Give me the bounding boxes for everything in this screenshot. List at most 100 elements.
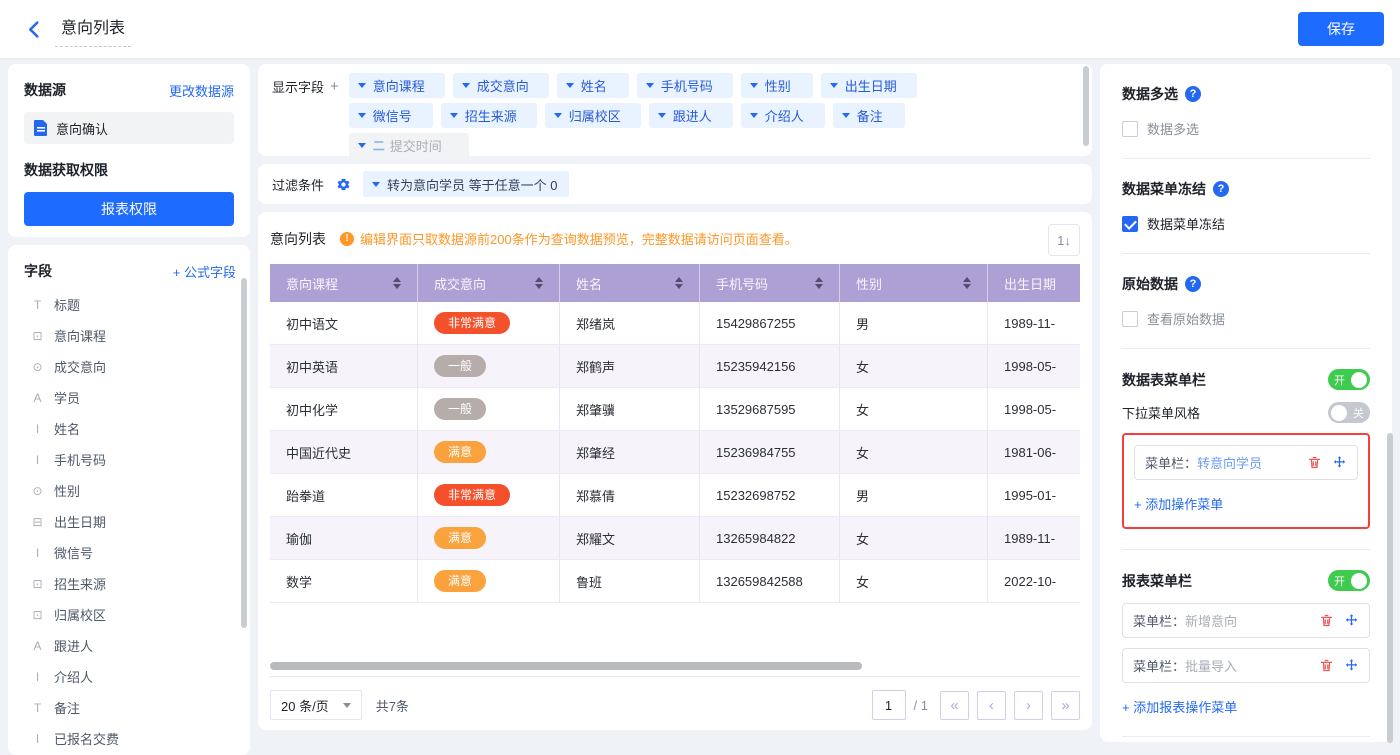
- fields-scrollbar[interactable]: [241, 278, 247, 628]
- display-field-chip[interactable]: 意向课程: [349, 73, 445, 98]
- display-field-chip-disabled[interactable]: 二 提交时间: [349, 133, 469, 158]
- checkbox-checked-icon[interactable]: [1122, 216, 1138, 232]
- horizontal-scrollbar[interactable]: [270, 662, 862, 670]
- display-field-chip[interactable]: 归属校区: [545, 103, 641, 128]
- sort-icon[interactable]: [393, 277, 401, 289]
- add-formula-field-link[interactable]: + 公式字段: [173, 262, 236, 281]
- column-header-name[interactable]: 姓名: [560, 264, 700, 302]
- chevron-down-icon: [358, 83, 366, 88]
- sort-icon[interactable]: [815, 277, 823, 289]
- select-field-icon: ⊡: [30, 577, 45, 591]
- add-report-action-menu-link[interactable]: + 添加报表操作菜单: [1122, 697, 1237, 716]
- page-size-select[interactable]: 20 条/页: [270, 690, 362, 720]
- table-row: 初中英语 一般 郑鹤声 15235942156 女 1998-05-: [270, 345, 1080, 388]
- help-icon[interactable]: ?: [1213, 181, 1229, 197]
- display-field-chip[interactable]: 备注: [833, 103, 905, 128]
- data-table: 意向课程 成交意向 姓名 手机号码 性别 出生日期 初中语文 非常满意 郑绪岚 …: [270, 264, 1080, 603]
- column-header-birthdate[interactable]: 出生日期: [988, 264, 1080, 302]
- datasource-panel: 数据源 更改数据源 意向确认 数据获取权限 报表权限: [8, 64, 250, 237]
- settings-scrollbar[interactable]: [1387, 433, 1393, 743]
- report-menu-toggle[interactable]: 开: [1328, 570, 1370, 591]
- last-page-button[interactable]: »: [1051, 691, 1080, 720]
- back-icon[interactable]: [28, 21, 39, 38]
- column-header-phone[interactable]: 手机号码: [700, 264, 840, 302]
- field-item-name[interactable]: I姓名: [24, 413, 236, 444]
- sort-icon[interactable]: [535, 277, 543, 289]
- field-item-student[interactable]: A学员: [24, 382, 236, 413]
- field-label: 备注: [54, 698, 80, 717]
- add-action-menu-link[interactable]: + 添加操作菜单: [1134, 494, 1223, 513]
- page-number-input[interactable]: 1: [872, 690, 906, 720]
- table-menu-toggle[interactable]: 开: [1328, 369, 1370, 390]
- checkbox-unchecked-icon[interactable]: [1122, 311, 1138, 327]
- field-item-follower[interactable]: A跟进人: [24, 630, 236, 661]
- center-scrollbar[interactable]: [1083, 66, 1089, 146]
- permission-title: 数据获取权限: [24, 160, 234, 180]
- move-icon[interactable]: [1332, 455, 1347, 470]
- column-header-intent[interactable]: 成交意向: [418, 264, 560, 302]
- text-field-icon: I: [30, 422, 45, 436]
- multi-select-checkbox[interactable]: 数据多选: [1122, 119, 1370, 138]
- field-item-intent-course[interactable]: ⊡意向课程: [24, 320, 236, 351]
- move-icon[interactable]: [1344, 658, 1359, 673]
- field-item-title[interactable]: T标题: [24, 289, 236, 320]
- warning-icon: !: [340, 232, 354, 246]
- save-button[interactable]: 保存: [1298, 12, 1384, 46]
- chevron-down-icon: [462, 83, 470, 88]
- chevron-down-icon: [343, 703, 351, 708]
- delete-icon[interactable]: [1319, 613, 1334, 628]
- display-field-chip[interactable]: 姓名: [557, 73, 629, 98]
- field-item-wechat[interactable]: I微信号: [24, 537, 236, 568]
- next-page-button[interactable]: ›: [1014, 691, 1043, 720]
- gear-icon[interactable]: [336, 177, 351, 192]
- first-page-button[interactable]: «: [940, 691, 969, 720]
- report-permission-button[interactable]: 报表权限: [24, 192, 234, 226]
- datasource-selected[interactable]: 意向确认: [24, 112, 234, 144]
- sort-icon[interactable]: [675, 277, 683, 289]
- field-item-remark[interactable]: T备注: [24, 692, 236, 723]
- table-row: 中国近代史 满意 郑肇经 15236984755 女 1981-06-: [270, 431, 1080, 474]
- checkbox-unchecked-icon[interactable]: [1122, 121, 1138, 137]
- prev-page-button[interactable]: ‹: [977, 691, 1006, 720]
- display-field-chip[interactable]: 手机号码: [637, 73, 733, 98]
- display-field-chip[interactable]: 性别: [741, 73, 813, 98]
- field-item-deal-intent[interactable]: ⊙成交意向: [24, 351, 236, 382]
- field-label: 归属校区: [54, 605, 106, 624]
- sort-order-button[interactable]: 1↓: [1048, 224, 1080, 256]
- menu-item-new-intent[interactable]: 菜单栏： 新增意向: [1122, 603, 1370, 638]
- field-item-referrer[interactable]: I介绍人: [24, 661, 236, 692]
- display-field-chip[interactable]: 微信号: [349, 103, 433, 128]
- menu-item-convert-student[interactable]: 菜单栏： 转意向学员: [1134, 445, 1358, 480]
- delete-icon[interactable]: [1319, 658, 1334, 673]
- display-field-chip[interactable]: 跟进人: [649, 103, 733, 128]
- display-field-chip[interactable]: 成交意向: [453, 73, 549, 98]
- menu-item-batch-import[interactable]: 菜单栏： 批量导入: [1122, 648, 1370, 683]
- field-item-source[interactable]: ⊡招生来源: [24, 568, 236, 599]
- field-item-gender[interactable]: ⊙性别: [24, 475, 236, 506]
- raw-data-checkbox[interactable]: 查看原始数据: [1122, 309, 1370, 328]
- topbar: 意向列表 保存: [0, 0, 1400, 58]
- move-icon[interactable]: [1344, 613, 1359, 628]
- add-display-field-icon[interactable]: +: [330, 78, 339, 95]
- field-item-birthdate[interactable]: ⊟出生日期: [24, 506, 236, 537]
- display-field-chip[interactable]: 出生日期: [821, 73, 917, 98]
- menu-freeze-checkbox[interactable]: 数据菜单冻结: [1122, 214, 1370, 233]
- delete-icon[interactable]: [1307, 455, 1322, 470]
- field-item-campus[interactable]: ⊡归属校区: [24, 599, 236, 630]
- help-icon[interactable]: ?: [1185, 276, 1201, 292]
- dropdown-style-toggle[interactable]: 关: [1328, 402, 1370, 423]
- column-header-gender[interactable]: 性别: [840, 264, 988, 302]
- filter-condition-chip[interactable]: 转为意向学员 等于任意一个 0: [363, 171, 569, 197]
- field-label: 出生日期: [54, 512, 106, 531]
- change-datasource-link[interactable]: 更改数据源: [169, 81, 234, 100]
- display-field-chip[interactable]: 介绍人: [741, 103, 825, 128]
- field-label: 跟进人: [54, 636, 93, 655]
- status-badge: 满意: [434, 441, 486, 463]
- field-item-paid[interactable]: I已报名交费: [24, 723, 236, 754]
- field-item-phone[interactable]: I手机号码: [24, 444, 236, 475]
- display-field-chip[interactable]: 招生来源: [441, 103, 537, 128]
- help-icon[interactable]: ?: [1185, 86, 1201, 102]
- sort-icon[interactable]: [963, 277, 971, 289]
- dropdown-style-label: 下拉菜单风格: [1122, 403, 1200, 422]
- column-header-course[interactable]: 意向课程: [270, 264, 418, 302]
